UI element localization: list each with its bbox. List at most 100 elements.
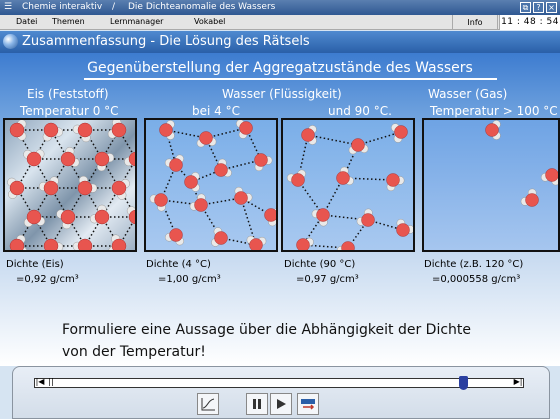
progress-thumb[interactable] [458, 376, 468, 390]
heading-underline [84, 78, 497, 80]
gas-title: Wasser (Gas) [428, 87, 508, 101]
water-90c-molecules [286, 123, 413, 250]
liquid-temperature-90: und 90 °C. [328, 104, 392, 118]
water-molecule [23, 209, 46, 227]
repeat-icon [301, 399, 315, 410]
pause-button[interactable] [246, 393, 268, 415]
water-molecule [23, 149, 45, 167]
document-title: Die Dichteanomalie des Wassers [128, 2, 276, 12]
water-molecule [9, 120, 27, 141]
title-bar: ☰ Chemie interaktiv / Die Dichteanomalie… [0, 0, 560, 15]
app-title: Chemie interaktiv [22, 2, 103, 12]
pause-icon [253, 399, 261, 409]
density-4c-label: Dichte (4 °C) [146, 259, 211, 270]
task-text: Formuliere eine Aussage über die Abhängi… [62, 319, 471, 363]
ice-temperature: Temperatur 0 °C [20, 104, 119, 118]
repeat-button[interactable] [297, 393, 319, 415]
water-4c-molecules [149, 120, 276, 250]
density-gas-value: =0,000558 g/cm³ [432, 274, 521, 285]
water-molecule [336, 166, 354, 186]
water-molecule [60, 146, 80, 168]
app-icon: ☰ [4, 2, 13, 12]
water-molecule [107, 120, 127, 139]
pause-marker-icon: || [48, 377, 54, 386]
water-molecule [56, 209, 76, 230]
section-title: Zusammenfassung - Die Lösung des Rätsels [22, 34, 310, 49]
progress-track[interactable] [34, 378, 524, 388]
play-button[interactable] [270, 393, 292, 415]
help-icon[interactable]: ? [533, 2, 544, 13]
water-molecule [386, 173, 405, 192]
density-gas-label: Dichte (z.B. 120 °C) [424, 259, 524, 270]
steam-molecule-image [422, 118, 560, 252]
water-molecule [89, 204, 110, 225]
water-molecule [234, 186, 253, 205]
density-4c-value: =1,00 g/cm³ [158, 274, 221, 285]
info-button[interactable]: Info [452, 15, 498, 30]
water-molecule [540, 168, 558, 186]
steam-molecules [485, 120, 558, 207]
water-molecule [254, 153, 273, 172]
menu-themen[interactable]: Themen [52, 17, 85, 26]
water-molecule [43, 238, 64, 250]
play-icon [277, 399, 286, 409]
ice-molecule-image [3, 118, 137, 252]
task-line-1: Formuliere eine Aussage über die Abhängi… [62, 322, 472, 338]
water-molecule [211, 227, 228, 247]
water-molecule [124, 151, 135, 167]
water-molecule [356, 208, 375, 227]
water-molecule [149, 193, 168, 212]
water-molecule [264, 208, 276, 227]
water-molecule [72, 122, 93, 143]
water-molecule [485, 120, 501, 140]
density-90c-label: Dichte (90 °C) [284, 259, 356, 270]
water-molecule [42, 122, 64, 142]
water-molecule [246, 235, 267, 250]
water-4c-molecule-image [144, 118, 278, 252]
water-molecule [301, 125, 317, 145]
graph-icon [201, 398, 215, 411]
close-icon[interactable]: × [546, 2, 557, 13]
water-molecule [520, 188, 539, 207]
water-molecule [111, 179, 130, 200]
water-molecule [348, 138, 369, 155]
menu-datei[interactable]: Datei [16, 17, 37, 26]
water-molecule [38, 176, 59, 196]
water-molecule [94, 151, 115, 172]
water-molecule [108, 234, 127, 250]
water-molecule [286, 169, 306, 187]
water-molecule [164, 228, 185, 246]
title-separator: / [112, 2, 116, 12]
skip-end-icon[interactable]: ▶| [513, 378, 523, 388]
water-molecule [391, 123, 408, 143]
clock: 11 : 48 : 54 [499, 15, 560, 30]
liquid-temperature-4: bei 4 °C [192, 104, 240, 118]
globe-icon [3, 34, 18, 49]
section-bar: Zusammenfassung - Die Lösung des Rätsels [0, 31, 560, 53]
water-molecule [126, 206, 135, 225]
gas-temperature: Temperatur > 100 °C [430, 104, 558, 118]
page-heading: Gegenüberstellung der Aggregatzustände d… [87, 60, 473, 76]
menu-lernmanager[interactable]: Lernmanager [110, 17, 163, 26]
skip-start-icon[interactable]: |◀ [35, 378, 45, 388]
curve-button[interactable] [197, 393, 219, 415]
density-ice-value: =0,92 g/cm³ [16, 274, 79, 285]
water-molecule [72, 238, 93, 250]
water-molecule [77, 175, 98, 196]
ice-title: Eis (Feststoff) [27, 87, 109, 101]
density-90c-value: =0,97 g/cm³ [296, 274, 359, 285]
liquid-title: Wasser (Flüssigkeit) [222, 87, 342, 101]
water-molecule [196, 131, 217, 148]
restore-icon[interactable]: ⧉ [520, 2, 531, 13]
water-molecule [396, 218, 413, 237]
water-molecule [9, 234, 27, 250]
water-molecule [159, 120, 175, 140]
menu-vokabel[interactable]: Vokabel [194, 17, 225, 26]
water-molecule [296, 237, 314, 250]
density-ice-label: Dichte (Eis) [6, 259, 64, 270]
water-molecule [184, 172, 200, 192]
water-90c-molecule-image [281, 118, 415, 252]
task-line-2: von der Temperatur! [62, 344, 206, 360]
water-molecule [311, 208, 330, 227]
water-molecule [189, 193, 208, 212]
